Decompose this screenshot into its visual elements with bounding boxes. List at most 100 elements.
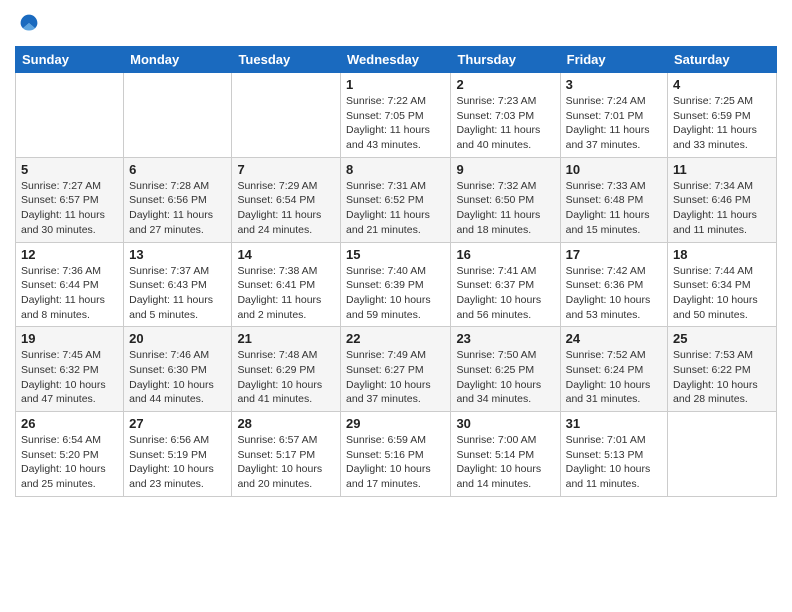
day-number: 6 xyxy=(129,162,226,177)
day-number: 27 xyxy=(129,416,226,431)
calendar-cell: 8Sunrise: 7:31 AM Sunset: 6:52 PM Daylig… xyxy=(341,157,451,242)
calendar-cell: 15Sunrise: 7:40 AM Sunset: 6:39 PM Dayli… xyxy=(341,242,451,327)
week-row-3: 12 Sunrise: 7:36 AM Sunset: 6:44 PM Dayli… xyxy=(16,242,777,327)
day-info: Sunrise: 7:50 AM Sunset: 6:25 PM Dayligh… xyxy=(456,348,554,407)
day-info: Sunrise: 7:24 AM Sunset: 7:01 PM Dayligh… xyxy=(566,94,662,153)
day-number: 2 xyxy=(456,77,554,92)
calendar-cell xyxy=(124,73,232,158)
day-number: 7 xyxy=(237,162,335,177)
day-info: Sunrise: 7:49 AM Sunset: 6:27 PM Dayligh… xyxy=(346,348,445,407)
day-info: Sunrise: 7:52 AM Sunset: 6:24 PM Dayligh… xyxy=(566,348,662,407)
calendar-header-saturday: Saturday xyxy=(668,47,777,73)
day-number: 22 xyxy=(346,331,445,346)
calendar-cell: 22 Sunrise: 7:49 AM Sunset: 6:27 PM Dayli… xyxy=(341,327,451,412)
calendar-cell: 18 Sunrise: 7:44 AM Sunset: 6:34 PM Dayli… xyxy=(668,242,777,327)
calendar-cell: 9Sunrise: 7:32 AM Sunset: 6:50 PM Daylig… xyxy=(451,157,560,242)
day-info: Sunrise: 7:46 AM Sunset: 6:30 PM Dayligh… xyxy=(129,348,226,407)
calendar-cell: 23 Sunrise: 7:50 AM Sunset: 6:25 PM Dayli… xyxy=(451,327,560,412)
calendar-cell: 7 Sunrise: 7:29 AM Sunset: 6:54 PM Daylig… xyxy=(232,157,341,242)
day-number: 28 xyxy=(237,416,335,431)
calendar-cell: 29 Sunrise: 6:59 AM Sunset: 5:16 PM Dayli… xyxy=(341,412,451,497)
day-info: Sunrise: 7:34 AM Sunset: 6:46 PM Dayligh… xyxy=(673,179,771,238)
day-number: 23 xyxy=(456,331,554,346)
calendar-cell: 28 Sunrise: 6:57 AM Sunset: 5:17 PM Dayli… xyxy=(232,412,341,497)
calendar-cell: 26 Sunrise: 6:54 AM Sunset: 5:20 PM Dayli… xyxy=(16,412,124,497)
day-info: Sunrise: 7:38 AM Sunset: 6:41 PM Dayligh… xyxy=(237,264,335,323)
calendar-cell: 17 Sunrise: 7:42 AM Sunset: 6:36 PM Dayli… xyxy=(560,242,667,327)
day-number: 12 xyxy=(21,247,118,262)
day-number: 20 xyxy=(129,331,226,346)
calendar-cell: 21 Sunrise: 7:48 AM Sunset: 6:29 PM Dayli… xyxy=(232,327,341,412)
calendar-cell: 13Sunrise: 7:37 AM Sunset: 6:43 PM Dayli… xyxy=(124,242,232,327)
header xyxy=(15,10,777,38)
day-number: 3 xyxy=(566,77,662,92)
calendar-header-row: SundayMondayTuesdayWednesdayThursdayFrid… xyxy=(16,47,777,73)
day-number: 16 xyxy=(456,247,554,262)
calendar-cell: 3 Sunrise: 7:24 AM Sunset: 7:01 PM Daylig… xyxy=(560,73,667,158)
calendar-cell: 2 Sunrise: 7:23 AM Sunset: 7:03 PM Daylig… xyxy=(451,73,560,158)
day-number: 31 xyxy=(566,416,662,431)
calendar-cell xyxy=(668,412,777,497)
day-info: Sunrise: 7:29 AM Sunset: 6:54 PM Dayligh… xyxy=(237,179,335,238)
day-number: 30 xyxy=(456,416,554,431)
calendar-header-sunday: Sunday xyxy=(16,47,124,73)
day-info: Sunrise: 7:22 AM Sunset: 7:05 PM Dayligh… xyxy=(346,94,445,153)
day-number: 26 xyxy=(21,416,118,431)
day-number: 21 xyxy=(237,331,335,346)
day-info: Sunrise: 7:28 AM Sunset: 6:56 PM Dayligh… xyxy=(129,179,226,238)
calendar-header-tuesday: Tuesday xyxy=(232,47,341,73)
calendar-cell: 6 Sunrise: 7:28 AM Sunset: 6:56 PM Daylig… xyxy=(124,157,232,242)
calendar-header-friday: Friday xyxy=(560,47,667,73)
day-info: Sunrise: 7:45 AM Sunset: 6:32 PM Dayligh… xyxy=(21,348,118,407)
day-info: Sunrise: 7:44 AM Sunset: 6:34 PM Dayligh… xyxy=(673,264,771,323)
day-number: 19 xyxy=(21,331,118,346)
logo xyxy=(15,10,47,38)
calendar-cell: 11Sunrise: 7:34 AM Sunset: 6:46 PM Dayli… xyxy=(668,157,777,242)
calendar-cell: 25 Sunrise: 7:53 AM Sunset: 6:22 PM Dayli… xyxy=(668,327,777,412)
day-number: 10 xyxy=(566,162,662,177)
calendar-cell: 14 Sunrise: 7:38 AM Sunset: 6:41 PM Dayli… xyxy=(232,242,341,327)
day-number: 9 xyxy=(456,162,554,177)
day-info: Sunrise: 7:27 AM Sunset: 6:57 PM Dayligh… xyxy=(21,179,118,238)
day-info: Sunrise: 7:33 AM Sunset: 6:48 PM Dayligh… xyxy=(566,179,662,238)
week-row-2: 5Sunrise: 7:27 AM Sunset: 6:57 PM Daylig… xyxy=(16,157,777,242)
day-info: Sunrise: 6:59 AM Sunset: 5:16 PM Dayligh… xyxy=(346,433,445,492)
week-row-1: 1Sunrise: 7:22 AM Sunset: 7:05 PM Daylig… xyxy=(16,73,777,158)
day-info: Sunrise: 7:25 AM Sunset: 6:59 PM Dayligh… xyxy=(673,94,771,153)
day-number: 4 xyxy=(673,77,771,92)
day-number: 17 xyxy=(566,247,662,262)
day-number: 15 xyxy=(346,247,445,262)
calendar-cell: 4 Sunrise: 7:25 AM Sunset: 6:59 PM Daylig… xyxy=(668,73,777,158)
day-number: 29 xyxy=(346,416,445,431)
calendar-header-thursday: Thursday xyxy=(451,47,560,73)
week-row-4: 19 Sunrise: 7:45 AM Sunset: 6:32 PM Dayli… xyxy=(16,327,777,412)
day-info: Sunrise: 7:00 AM Sunset: 5:14 PM Dayligh… xyxy=(456,433,554,492)
day-info: Sunrise: 6:57 AM Sunset: 5:17 PM Dayligh… xyxy=(237,433,335,492)
day-number: 18 xyxy=(673,247,771,262)
day-info: Sunrise: 7:53 AM Sunset: 6:22 PM Dayligh… xyxy=(673,348,771,407)
calendar-cell: 19 Sunrise: 7:45 AM Sunset: 6:32 PM Dayli… xyxy=(16,327,124,412)
day-info: Sunrise: 7:23 AM Sunset: 7:03 PM Dayligh… xyxy=(456,94,554,153)
day-number: 8 xyxy=(346,162,445,177)
day-info: Sunrise: 6:54 AM Sunset: 5:20 PM Dayligh… xyxy=(21,433,118,492)
day-number: 14 xyxy=(237,247,335,262)
week-row-5: 26 Sunrise: 6:54 AM Sunset: 5:20 PM Dayli… xyxy=(16,412,777,497)
logo-icon xyxy=(15,10,43,38)
calendar-cell: 1Sunrise: 7:22 AM Sunset: 7:05 PM Daylig… xyxy=(341,73,451,158)
calendar-header-monday: Monday xyxy=(124,47,232,73)
calendar-cell: 16 Sunrise: 7:41 AM Sunset: 6:37 PM Dayli… xyxy=(451,242,560,327)
day-number: 24 xyxy=(566,331,662,346)
day-number: 13 xyxy=(129,247,226,262)
calendar-header-wednesday: Wednesday xyxy=(341,47,451,73)
calendar-cell xyxy=(232,73,341,158)
calendar-cell: 30 Sunrise: 7:00 AM Sunset: 5:14 PM Dayli… xyxy=(451,412,560,497)
day-info: Sunrise: 7:42 AM Sunset: 6:36 PM Dayligh… xyxy=(566,264,662,323)
day-number: 25 xyxy=(673,331,771,346)
day-info: Sunrise: 7:36 AM Sunset: 6:44 PM Dayligh… xyxy=(21,264,118,323)
day-info: Sunrise: 7:48 AM Sunset: 6:29 PM Dayligh… xyxy=(237,348,335,407)
calendar-cell: 24 Sunrise: 7:52 AM Sunset: 6:24 PM Dayli… xyxy=(560,327,667,412)
day-info: Sunrise: 7:01 AM Sunset: 5:13 PM Dayligh… xyxy=(566,433,662,492)
day-info: Sunrise: 7:41 AM Sunset: 6:37 PM Dayligh… xyxy=(456,264,554,323)
calendar-cell: 10 Sunrise: 7:33 AM Sunset: 6:48 PM Dayli… xyxy=(560,157,667,242)
calendar: SundayMondayTuesdayWednesdayThursdayFrid… xyxy=(15,46,777,497)
